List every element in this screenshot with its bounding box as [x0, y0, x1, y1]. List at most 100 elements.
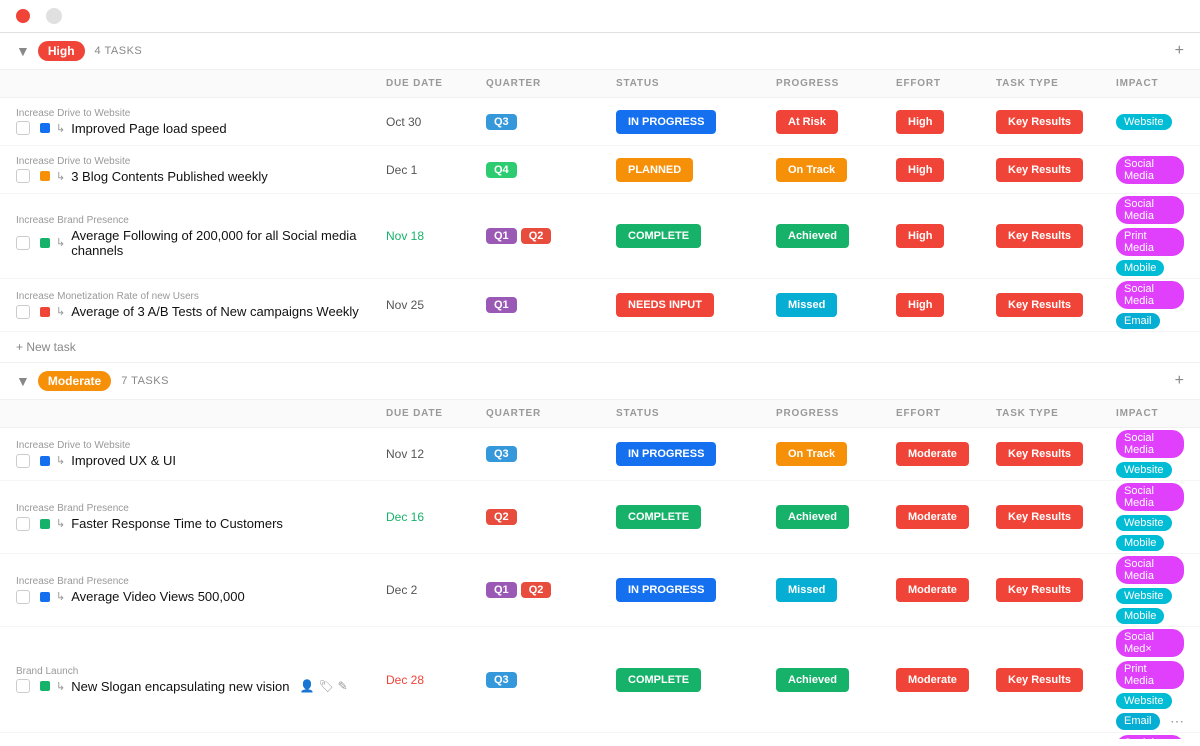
- task-checkbox[interactable]: [16, 121, 30, 135]
- task-type-badge[interactable]: Key Results: [996, 158, 1083, 182]
- task-type-cell[interactable]: Key Results: [996, 224, 1116, 248]
- due-date[interactable]: Nov 25: [386, 298, 486, 312]
- task-type-cell[interactable]: Key Results: [996, 110, 1116, 134]
- task-name[interactable]: Faster Response Time to Customers: [71, 516, 283, 531]
- progress-cell[interactable]: Missed: [776, 293, 896, 317]
- task-type-badge[interactable]: Key Results: [996, 224, 1083, 248]
- progress-badge[interactable]: Missed: [776, 578, 837, 602]
- task-checkbox[interactable]: [16, 169, 30, 183]
- table-row[interactable]: Increase Brand Presence↳Faster Response …: [0, 481, 1200, 554]
- progress-badge[interactable]: At Risk: [776, 110, 838, 134]
- impact-tag[interactable]: Mobile: [1116, 608, 1164, 624]
- progress-cell[interactable]: Missed: [776, 578, 896, 602]
- quarter-badge[interactable]: Q3: [486, 114, 517, 130]
- effort-badge[interactable]: Moderate: [896, 442, 969, 466]
- impact-tag[interactable]: Website: [1116, 462, 1172, 478]
- effort-badge[interactable]: Moderate: [896, 668, 969, 692]
- task-type-badge[interactable]: Key Results: [996, 578, 1083, 602]
- action-assign-icon[interactable]: 👤: [299, 679, 314, 693]
- quarter-badge[interactable]: Q4: [486, 162, 517, 178]
- section-toggle-moderate[interactable]: ▼: [16, 373, 30, 389]
- table-row[interactable]: Increase Monetization Rate of new Users↳…: [0, 733, 1200, 739]
- status-cell[interactable]: IN PROGRESS: [616, 578, 776, 602]
- progress-badge[interactable]: Missed: [776, 293, 837, 317]
- status-cell[interactable]: IN PROGRESS: [616, 110, 776, 134]
- effort-badge[interactable]: High: [896, 224, 944, 248]
- status-cell[interactable]: COMPLETE: [616, 505, 776, 529]
- progress-cell[interactable]: Achieved: [776, 505, 896, 529]
- quarter-badge[interactable]: Q2: [486, 509, 517, 525]
- task-checkbox[interactable]: [16, 590, 30, 604]
- effort-cell[interactable]: Moderate: [896, 578, 996, 602]
- due-date[interactable]: Dec 1: [386, 163, 486, 177]
- quarter-badge[interactable]: Q1: [486, 297, 517, 313]
- task-type-badge[interactable]: Key Results: [996, 110, 1083, 134]
- impact-tag[interactable]: Print Media: [1116, 228, 1184, 256]
- progress-badge[interactable]: On Track: [776, 158, 847, 182]
- status-badge[interactable]: PLANNED: [616, 158, 693, 182]
- quarter-badge[interactable]: Q2: [521, 228, 552, 244]
- status-cell[interactable]: COMPLETE: [616, 224, 776, 248]
- task-type-cell[interactable]: Key Results: [996, 293, 1116, 317]
- task-name[interactable]: Average Video Views 500,000: [71, 589, 244, 604]
- task-type-cell[interactable]: Key Results: [996, 442, 1116, 466]
- section-label-moderate[interactable]: Moderate: [38, 371, 111, 391]
- status-badge[interactable]: COMPLETE: [616, 668, 701, 692]
- due-date[interactable]: Nov 12: [386, 447, 486, 461]
- status-badge[interactable]: COMPLETE: [616, 224, 701, 248]
- task-checkbox[interactable]: [16, 679, 30, 693]
- effort-cell[interactable]: Moderate: [896, 442, 996, 466]
- progress-badge[interactable]: Achieved: [776, 224, 849, 248]
- more-options-button[interactable]: ⋯: [1170, 713, 1184, 730]
- section-add-icon-moderate[interactable]: +: [1175, 372, 1184, 390]
- info-icon[interactable]: [46, 8, 62, 24]
- impact-tag[interactable]: Mobile: [1116, 535, 1164, 551]
- task-type-cell[interactable]: Key Results: [996, 578, 1116, 602]
- impact-tag[interactable]: Social Media: [1116, 281, 1184, 309]
- progress-badge[interactable]: Achieved: [776, 668, 849, 692]
- due-date[interactable]: Nov 18: [386, 229, 486, 243]
- impact-tag[interactable]: Social Media: [1116, 196, 1184, 224]
- status-badge[interactable]: NEEDS INPUT: [616, 293, 714, 317]
- progress-cell[interactable]: Achieved: [776, 668, 896, 692]
- task-name[interactable]: New Slogan encapsulating new vision: [71, 679, 289, 694]
- status-cell[interactable]: NEEDS INPUT: [616, 293, 776, 317]
- due-date[interactable]: Dec 28: [386, 673, 486, 687]
- task-type-badge[interactable]: Key Results: [996, 505, 1083, 529]
- impact-tag[interactable]: Print Media: [1116, 661, 1184, 689]
- effort-cell[interactable]: High: [896, 224, 996, 248]
- table-row[interactable]: Increase Brand Presence↳Average Video Vi…: [0, 554, 1200, 627]
- progress-cell[interactable]: On Track: [776, 442, 896, 466]
- progress-badge[interactable]: On Track: [776, 442, 847, 466]
- effort-cell[interactable]: High: [896, 293, 996, 317]
- table-row[interactable]: Increase Brand Presence↳Average Followin…: [0, 194, 1200, 279]
- effort-badge[interactable]: High: [896, 158, 944, 182]
- quarter-badge[interactable]: Q3: [486, 672, 517, 688]
- table-row[interactable]: Increase Drive to Website↳Improved UX & …: [0, 428, 1200, 481]
- task-type-cell[interactable]: Key Results: [996, 505, 1116, 529]
- task-type-cell[interactable]: Key Results: [996, 158, 1116, 182]
- task-type-badge[interactable]: Key Results: [996, 668, 1083, 692]
- progress-cell[interactable]: On Track: [776, 158, 896, 182]
- status-badge[interactable]: IN PROGRESS: [616, 578, 716, 602]
- impact-tag[interactable]: Social Media: [1116, 483, 1184, 511]
- progress-badge[interactable]: Achieved: [776, 505, 849, 529]
- task-name[interactable]: 3 Blog Contents Published weekly: [71, 169, 268, 184]
- impact-tag[interactable]: Email: [1116, 313, 1160, 329]
- effort-cell[interactable]: High: [896, 158, 996, 182]
- effort-badge[interactable]: Moderate: [896, 505, 969, 529]
- status-cell[interactable]: IN PROGRESS: [616, 442, 776, 466]
- task-type-cell[interactable]: Key Results: [996, 668, 1116, 692]
- impact-tag[interactable]: Social Media: [1116, 430, 1184, 458]
- section-label-high[interactable]: High: [38, 41, 85, 61]
- status-badge[interactable]: COMPLETE: [616, 505, 701, 529]
- status-cell[interactable]: PLANNED: [616, 158, 776, 182]
- progress-cell[interactable]: Achieved: [776, 224, 896, 248]
- due-date[interactable]: Dec 16: [386, 510, 486, 524]
- due-date[interactable]: Dec 2: [386, 583, 486, 597]
- effort-cell[interactable]: Moderate: [896, 505, 996, 529]
- impact-tag[interactable]: Social Med×: [1116, 629, 1184, 657]
- impact-tag[interactable]: Website: [1116, 693, 1172, 709]
- table-row[interactable]: Brand Launch↳New Slogan encapsulating ne…: [0, 627, 1200, 733]
- quarter-badge[interactable]: Q1: [486, 228, 517, 244]
